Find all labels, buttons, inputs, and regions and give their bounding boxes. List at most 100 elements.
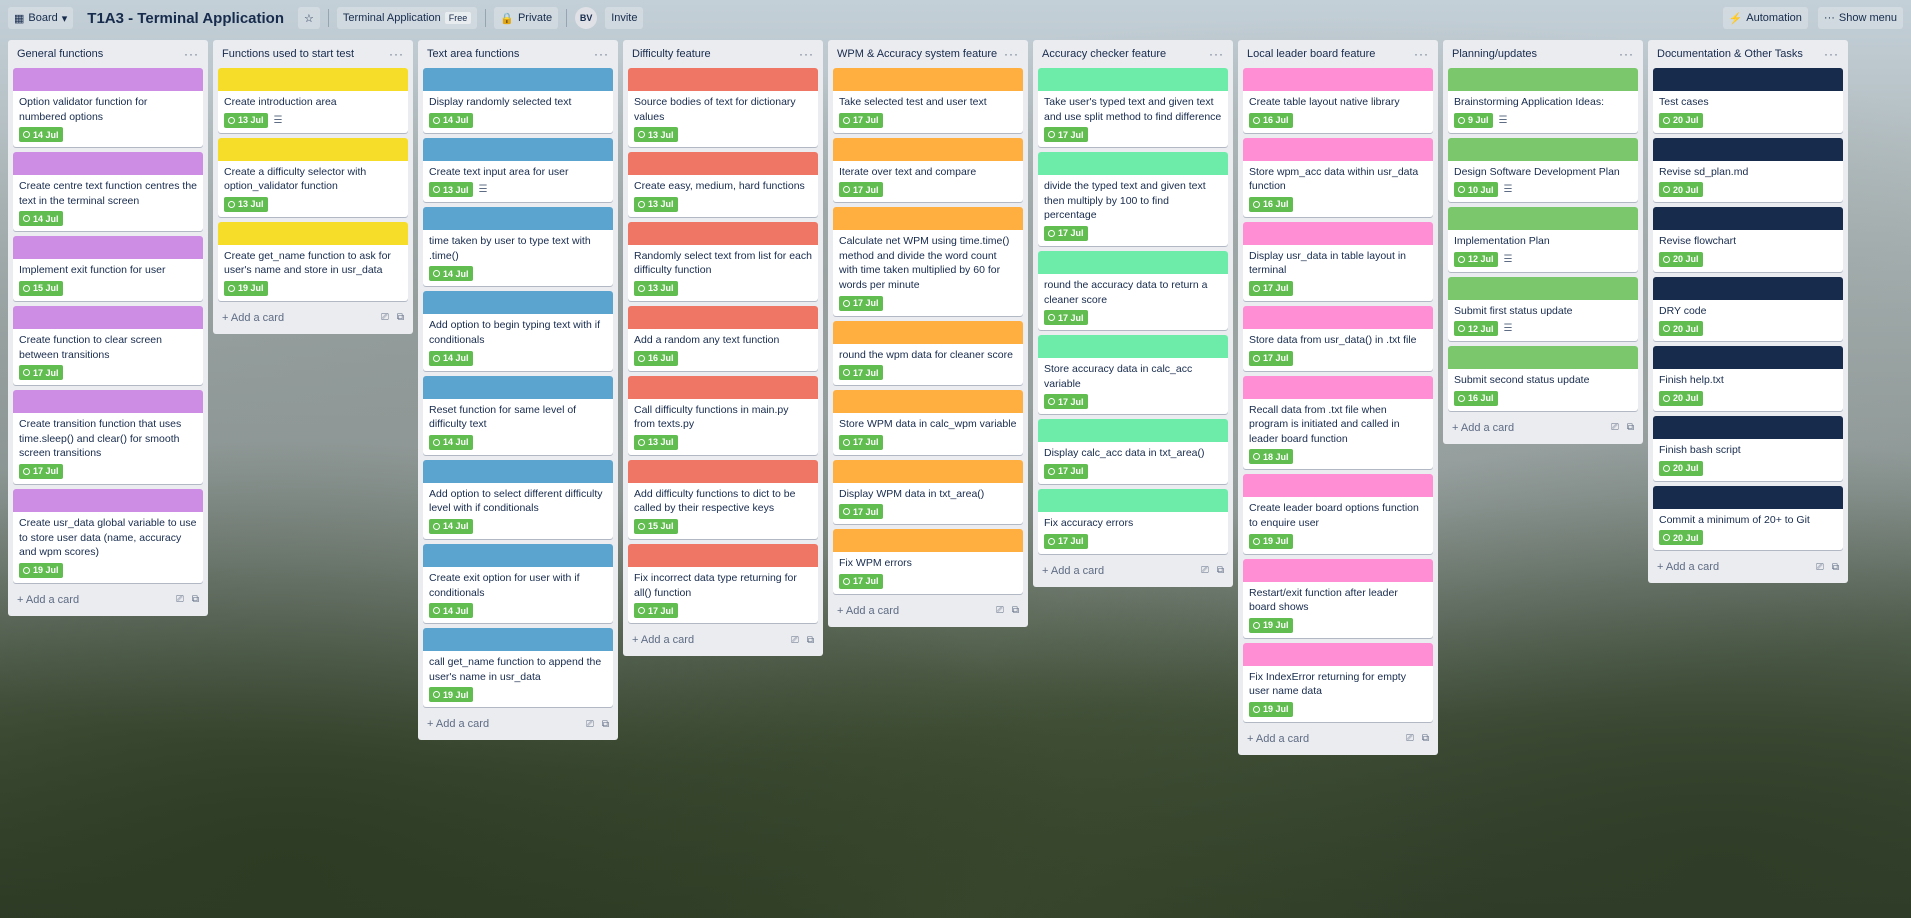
visibility-button[interactable]: 🔒 Private xyxy=(494,7,559,29)
due-date-badge[interactable]: 12 Jul xyxy=(1454,321,1498,337)
card[interactable]: Fix incorrect data type returning for al… xyxy=(628,543,818,624)
copy-icon[interactable]: ⧉ xyxy=(1832,562,1839,573)
due-date-badge[interactable]: 17 Jul xyxy=(1044,310,1088,326)
due-date-badge[interactable]: 17 Jul xyxy=(839,182,883,198)
card[interactable]: Store data from usr_data() in .txt file 1… xyxy=(1243,305,1433,371)
board-view-switcher[interactable]: ▦ Board ▾ xyxy=(8,7,74,29)
due-date-badge[interactable]: 20 Jul xyxy=(1659,112,1703,128)
card[interactable]: Option validator function for numbered o… xyxy=(13,68,203,148)
card[interactable]: Brainstorming Application Ideas: 9 Jul ☰ xyxy=(1448,68,1638,133)
card[interactable]: Add option to select different difficult… xyxy=(423,459,613,539)
card[interactable]: Source bodies of text for dictionary val… xyxy=(628,68,818,148)
card[interactable]: Test cases 20 Jul xyxy=(1653,68,1843,133)
due-date-badge[interactable]: 16 Jul xyxy=(634,350,678,366)
due-date-badge[interactable]: 17 Jul xyxy=(1044,463,1088,479)
due-date-badge[interactable]: 17 Jul xyxy=(839,112,883,128)
due-date-badge[interactable]: 16 Jul xyxy=(1454,390,1498,406)
card-template-icon[interactable]: ⎚ xyxy=(586,719,594,730)
list[interactable]: Accuracy checker feature ··· Take user's t… xyxy=(1033,40,1233,587)
due-date-badge[interactable]: 13 Jul xyxy=(429,182,473,198)
card[interactable]: Create function to clear screen between … xyxy=(13,305,203,386)
card[interactable]: Restart/exit function after leader board… xyxy=(1243,558,1433,638)
add-card-button[interactable]: + Add a card xyxy=(837,605,899,617)
copy-icon[interactable]: ⧉ xyxy=(602,719,609,730)
card[interactable]: Fix IndexError returning for empty user … xyxy=(1243,642,1433,722)
due-date-badge[interactable]: 18 Jul xyxy=(1249,449,1293,465)
due-date-badge[interactable]: 17 Jul xyxy=(839,295,883,311)
card[interactable]: time taken by user to type text with .ti… xyxy=(423,207,613,287)
due-date-badge[interactable]: 17 Jul xyxy=(19,463,63,479)
card[interactable]: round the wpm data for cleaner score 17 J… xyxy=(833,320,1023,386)
card[interactable]: Take user's typed text and given text an… xyxy=(1038,68,1228,148)
invite-button[interactable]: Invite xyxy=(605,7,644,29)
add-card-button[interactable]: + Add a card xyxy=(1657,561,1719,573)
card[interactable]: Reset function for same level of difficu… xyxy=(423,375,613,455)
card[interactable]: Revise flowchart 20 Jul xyxy=(1653,207,1843,272)
due-date-badge[interactable]: 17 Jul xyxy=(1044,533,1088,549)
list[interactable]: Documentation & Other Tasks ··· Test cases… xyxy=(1648,40,1848,584)
card[interactable]: Store WPM data in calc_wpm variable 17 Ju… xyxy=(833,390,1023,455)
card[interactable]: Submit second status update 16 Jul xyxy=(1448,346,1638,411)
card[interactable]: Display randomly selected text 14 Jul xyxy=(423,68,613,133)
due-date-badge[interactable]: 17 Jul xyxy=(1249,350,1293,366)
copy-icon[interactable]: ⧉ xyxy=(1627,422,1634,433)
card[interactable]: Display calc_acc data in txt_area() 17 Ju… xyxy=(1038,419,1228,484)
list[interactable]: Functions used to start test ··· Create in… xyxy=(213,40,413,334)
due-date-badge[interactable]: 20 Jul xyxy=(1659,321,1703,337)
list-title[interactable]: Local leader board feature xyxy=(1247,48,1375,60)
card[interactable]: Add a random any text function 16 Jul xyxy=(628,305,818,371)
card[interactable]: DRY code 20 Jul xyxy=(1653,276,1843,342)
add-card-button[interactable]: + Add a card xyxy=(1247,733,1309,745)
add-card-button[interactable]: + Add a card xyxy=(427,718,489,730)
due-date-badge[interactable]: 14 Jul xyxy=(19,127,63,143)
list-title[interactable]: WPM & Accuracy system feature xyxy=(837,48,997,60)
card-template-icon[interactable]: ⎚ xyxy=(791,635,799,646)
due-date-badge[interactable]: 14 Jul xyxy=(429,266,473,282)
card[interactable]: Create text input area for user 13 Jul ☰ xyxy=(423,137,613,203)
due-date-badge[interactable]: 17 Jul xyxy=(1249,280,1293,296)
due-date-badge[interactable]: 19 Jul xyxy=(19,562,63,578)
card[interactable]: Submit first status update 12 Jul ☰ xyxy=(1448,276,1638,342)
due-date-badge[interactable]: 14 Jul xyxy=(19,211,63,227)
list-title[interactable]: General functions xyxy=(17,48,103,60)
due-date-badge[interactable]: 13 Jul xyxy=(634,127,678,143)
card[interactable]: Create easy, medium, hard functions 13 Ju… xyxy=(628,152,818,217)
due-date-badge[interactable]: 17 Jul xyxy=(634,603,678,619)
card-template-icon[interactable]: ⎚ xyxy=(1406,733,1414,744)
card-template-icon[interactable]: ⎚ xyxy=(1816,562,1824,573)
list-menu-icon[interactable]: ··· xyxy=(1209,47,1224,61)
due-date-badge[interactable]: 17 Jul xyxy=(839,573,883,589)
list-menu-icon[interactable]: ··· xyxy=(799,47,814,61)
copy-icon[interactable]: ⧉ xyxy=(807,635,814,646)
list[interactable]: Planning/updates ··· Brainstorming Applica… xyxy=(1443,40,1643,444)
card[interactable]: Finish bash script 20 Jul xyxy=(1653,415,1843,481)
due-date-badge[interactable]: 14 Jul xyxy=(429,112,473,128)
copy-icon[interactable]: ⧉ xyxy=(1217,565,1224,576)
due-date-badge[interactable]: 13 Jul xyxy=(634,196,678,212)
card[interactable]: Design Software Development Plan 10 Jul ☰ xyxy=(1448,137,1638,203)
due-date-badge[interactable]: 13 Jul xyxy=(634,434,678,450)
card[interactable]: Commit a minimum of 20+ to Git 20 Jul xyxy=(1653,485,1843,551)
list-title[interactable]: Text area functions xyxy=(427,48,519,60)
add-card-button[interactable]: + Add a card xyxy=(1452,422,1514,434)
card[interactable]: Store accuracy data in calc_acc variable… xyxy=(1038,335,1228,415)
due-date-badge[interactable]: 19 Jul xyxy=(1249,617,1293,633)
board-title[interactable]: T1A3 - Terminal Application xyxy=(81,10,290,27)
card[interactable]: Fix WPM errors 17 Jul xyxy=(833,529,1023,594)
due-date-badge[interactable]: 17 Jul xyxy=(839,365,883,381)
avatar[interactable]: BV xyxy=(575,7,598,29)
due-date-badge[interactable]: 15 Jul xyxy=(19,280,63,296)
card[interactable]: Revise sd_plan.md 20 Jul xyxy=(1653,137,1843,203)
card[interactable]: Take selected test and user text 17 Jul xyxy=(833,68,1023,133)
copy-icon[interactable]: ⧉ xyxy=(1422,733,1429,744)
due-date-badge[interactable]: 14 Jul xyxy=(429,518,473,534)
list-menu-icon[interactable]: ··· xyxy=(594,47,609,61)
due-date-badge[interactable]: 17 Jul xyxy=(19,365,63,381)
due-date-badge[interactable]: 13 Jul xyxy=(224,196,268,212)
add-card-button[interactable]: + Add a card xyxy=(17,594,79,606)
card[interactable]: Create centre text function centres the … xyxy=(13,152,203,232)
list[interactable]: Local leader board feature ··· Create tabl… xyxy=(1238,40,1438,755)
due-date-badge[interactable]: 20 Jul xyxy=(1659,390,1703,406)
list[interactable]: General functions ··· Option validator fun… xyxy=(8,40,208,616)
list-title[interactable]: Functions used to start test xyxy=(222,48,354,60)
